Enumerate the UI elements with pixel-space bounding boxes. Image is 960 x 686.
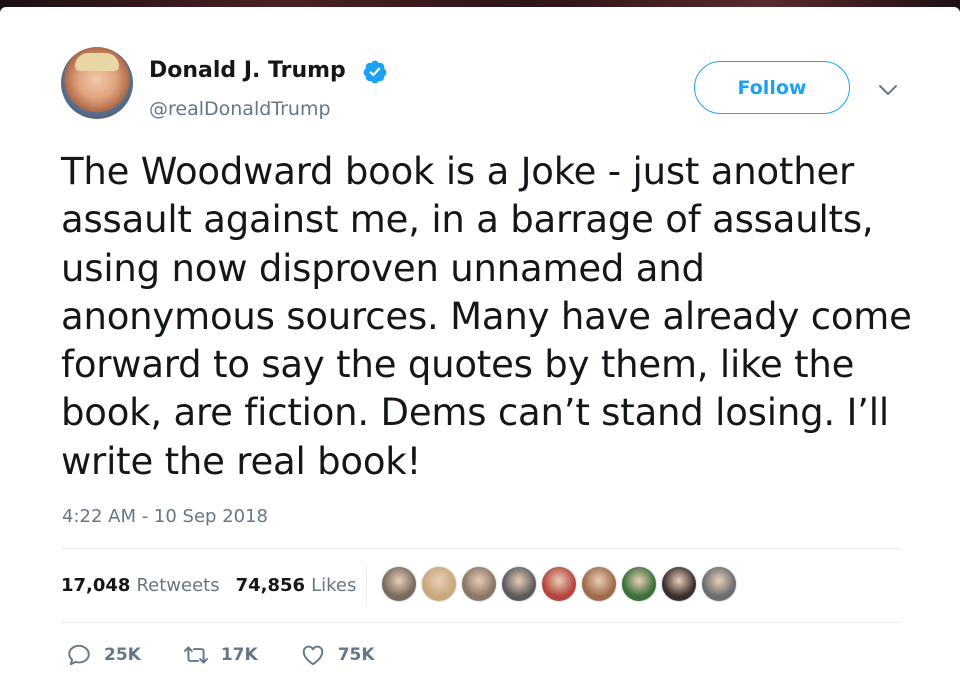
liker-avatar[interactable]	[461, 566, 497, 602]
liker-avatar[interactable]	[581, 566, 617, 602]
liker-avatar[interactable]	[701, 566, 737, 602]
divider	[61, 622, 901, 623]
follow-button[interactable]: Follow	[694, 61, 850, 114]
likes-count: 74,856	[235, 574, 306, 596]
author-avatar[interactable]	[61, 47, 133, 119]
likes-stat[interactable]: 74,856 Likes	[236, 575, 357, 596]
tweet-line: book, are fiction. Dems can’t stand losi…	[61, 391, 889, 435]
tweet-line: The Woodward book is a Joke - just anoth…	[61, 150, 855, 193]
tweet-line: forward to say the quotes by them, like …	[61, 343, 855, 387]
retweet-count: 17K	[220, 645, 258, 665]
avatar-hair	[75, 53, 119, 71]
verified-badge-icon	[363, 60, 387, 84]
liker-avatar[interactable]	[381, 566, 417, 602]
liker-avatars	[381, 566, 741, 602]
liker-avatar[interactable]	[661, 566, 697, 602]
tweet-text: The Woodward book is a Joke - just anoth…	[61, 148, 921, 486]
liker-avatar[interactable]	[541, 566, 577, 602]
retweet-icon	[183, 646, 208, 664]
liker-avatar[interactable]	[621, 566, 657, 602]
liker-avatar[interactable]	[421, 566, 457, 602]
chevron-down-icon[interactable]	[876, 80, 900, 100]
author-name[interactable]: Donald J. Trump	[149, 58, 346, 83]
retweet-action[interactable]: 17K	[183, 642, 258, 668]
tweet-timestamp[interactable]: 4:22 AM - 10 Sep 2018	[62, 506, 268, 527]
heart-icon	[302, 645, 323, 666]
reply-count: 25K	[104, 645, 141, 665]
stats-divider	[366, 565, 367, 605]
retweets-count: 17,048	[61, 574, 131, 596]
liker-avatar[interactable]	[501, 566, 537, 602]
retweets-label: Retweets	[136, 574, 220, 596]
reply-action[interactable]: 25K	[66, 642, 141, 668]
author-handle[interactable]: @realDonaldTrump	[149, 98, 331, 120]
tweet-line: anonymous sources. Many have already com…	[61, 294, 912, 338]
reply-icon	[68, 644, 90, 666]
tweet-actions: 25K 17K 75K	[66, 642, 417, 668]
tweet-stats: 17,048 Retweets 74,856 Likes	[61, 571, 356, 599]
divider	[61, 548, 901, 549]
tweet-line: assault against me, in a barrage of assa…	[61, 198, 874, 242]
tweet-line: using now disproven unnamed and	[61, 246, 705, 290]
retweets-stat[interactable]: 17,048 Retweets	[61, 575, 220, 596]
likes-label: Likes	[311, 574, 357, 596]
tweet-line: write the real book!	[61, 439, 422, 483]
like-action[interactable]: 75K	[300, 642, 375, 668]
like-count: 75K	[337, 645, 375, 665]
